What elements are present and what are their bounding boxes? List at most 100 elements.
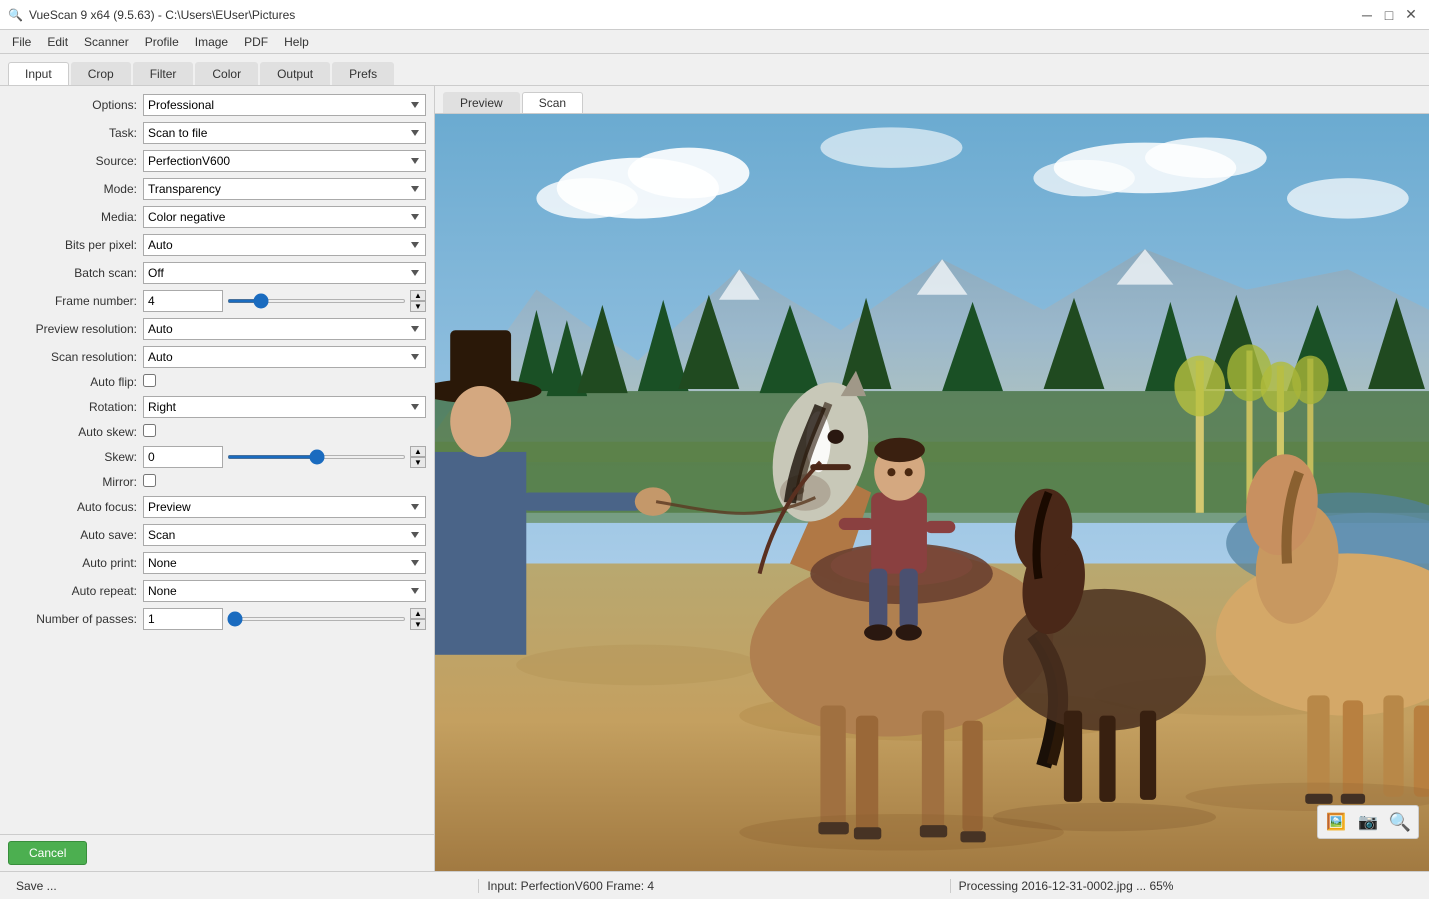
status-save: Save ... bbox=[8, 879, 479, 893]
batch-scan-label: Batch scan: bbox=[8, 266, 143, 280]
tab-prefs[interactable]: Prefs bbox=[332, 62, 394, 85]
options-dropdown[interactable]: Professional Standard Basic bbox=[143, 94, 426, 116]
media-dropdown[interactable]: Color negative Color positive B&W negati… bbox=[143, 206, 426, 228]
window-controls: ─ □ ✕ bbox=[1357, 5, 1421, 25]
frame-number-slider[interactable] bbox=[227, 299, 406, 303]
skew-input[interactable] bbox=[143, 446, 223, 468]
options-row: Options: Professional Standard Basic bbox=[4, 94, 430, 116]
task-dropdown[interactable]: Scan to file Scan to email Scan to print… bbox=[143, 122, 426, 144]
mirror-label: Mirror: bbox=[8, 475, 143, 489]
auto-skew-label: Auto skew: bbox=[8, 425, 143, 439]
rotation-row: Rotation: Right Left None 180 bbox=[4, 396, 430, 418]
menu-profile[interactable]: Profile bbox=[137, 33, 187, 51]
auto-print-dropdown[interactable]: None Preview Scan bbox=[143, 552, 426, 574]
menu-edit[interactable]: Edit bbox=[39, 33, 76, 51]
auto-flip-label: Auto flip: bbox=[8, 375, 143, 389]
maximize-button[interactable]: □ bbox=[1379, 5, 1399, 25]
scan-resolution-row: Scan resolution: Auto 300 600 1200 2400 bbox=[4, 346, 430, 368]
bits-per-pixel-dropdown[interactable]: Auto 8 16 24 48 bbox=[143, 234, 426, 256]
app-title: VueScan 9 x64 (9.5.63) - C:\Users\EUser\… bbox=[29, 8, 295, 22]
close-button[interactable]: ✕ bbox=[1401, 5, 1421, 25]
tab-filter[interactable]: Filter bbox=[133, 62, 194, 85]
menu-pdf[interactable]: PDF bbox=[236, 33, 276, 51]
preview-photo-button1[interactable]: 🖼️ bbox=[1322, 808, 1350, 836]
menu-help[interactable]: Help bbox=[276, 33, 317, 51]
auto-flip-checkbox[interactable] bbox=[143, 374, 156, 387]
frame-number-input[interactable] bbox=[143, 290, 223, 312]
auto-save-label: Auto save: bbox=[8, 528, 143, 542]
skew-slider[interactable] bbox=[227, 455, 406, 459]
menu-file[interactable]: File bbox=[4, 33, 39, 51]
tab-output[interactable]: Output bbox=[260, 62, 330, 85]
auto-repeat-row: Auto repeat: None On bbox=[4, 580, 430, 602]
auto-flip-row: Auto flip: bbox=[4, 374, 430, 390]
skew-label: Skew: bbox=[8, 450, 143, 464]
minimize-button[interactable]: ─ bbox=[1357, 5, 1377, 25]
number-of-passes-input[interactable] bbox=[143, 608, 223, 630]
left-panel: Options: Professional Standard Basic Tas… bbox=[0, 86, 435, 871]
number-of-passes-label: Number of passes: bbox=[8, 612, 143, 626]
status-processing: Processing 2016-12-31-0002.jpg ... 65% bbox=[951, 879, 1421, 893]
auto-focus-dropdown[interactable]: Preview Scan None bbox=[143, 496, 426, 518]
preview-resolution-row: Preview resolution: Auto 72 150 300 bbox=[4, 318, 430, 340]
title-bar: 🔍 VueScan 9 x64 (9.5.63) - C:\Users\EUse… bbox=[0, 0, 1429, 30]
number-of-passes-row: Number of passes: ▲ ▼ bbox=[4, 608, 430, 630]
auto-focus-row: Auto focus: Preview Scan None bbox=[4, 496, 430, 518]
skew-up[interactable]: ▲ bbox=[410, 446, 426, 457]
media-row: Media: Color negative Color positive B&W… bbox=[4, 206, 430, 228]
preview-resolution-label: Preview resolution: bbox=[8, 322, 143, 336]
tab-bar: Input Crop Filter Color Output Prefs bbox=[0, 54, 1429, 86]
mirror-checkbox[interactable] bbox=[143, 474, 156, 487]
preview-resolution-dropdown[interactable]: Auto 72 150 300 bbox=[143, 318, 426, 340]
scan-resolution-label: Scan resolution: bbox=[8, 350, 143, 364]
scan-resolution-dropdown[interactable]: Auto 300 600 1200 2400 bbox=[143, 346, 426, 368]
left-panel-bottom: Cancel bbox=[0, 834, 434, 871]
frame-number-label: Frame number: bbox=[8, 294, 143, 308]
preview-photo-button2[interactable]: 📷 bbox=[1354, 808, 1382, 836]
status-bar: Save ... Input: PerfectionV600 Frame: 4 … bbox=[0, 871, 1429, 899]
skew-row: Skew: ▲ ▼ bbox=[4, 446, 430, 468]
auto-skew-checkbox[interactable] bbox=[143, 424, 156, 437]
number-of-passes-up[interactable]: ▲ bbox=[410, 608, 426, 619]
frame-number-row: Frame number: ▲ ▼ bbox=[4, 290, 430, 312]
number-of-passes-slider[interactable] bbox=[227, 617, 406, 621]
auto-focus-label: Auto focus: bbox=[8, 500, 143, 514]
media-label: Media: bbox=[8, 210, 143, 224]
source-label: Source: bbox=[8, 154, 143, 168]
form-content: Options: Professional Standard Basic Tas… bbox=[0, 86, 434, 834]
preview-area bbox=[435, 114, 1429, 871]
status-input: Input: PerfectionV600 Frame: 4 bbox=[479, 879, 950, 893]
task-row: Task: Scan to file Scan to email Scan to… bbox=[4, 122, 430, 144]
menu-image[interactable]: Image bbox=[187, 33, 236, 51]
preview-toolbar: 🖼️ 📷 🔍 bbox=[1317, 805, 1419, 839]
batch-scan-row: Batch scan: Off On bbox=[4, 262, 430, 284]
batch-scan-dropdown[interactable]: Off On bbox=[143, 262, 426, 284]
bits-per-pixel-row: Bits per pixel: Auto 8 16 24 48 bbox=[4, 234, 430, 256]
mode-dropdown[interactable]: Transparency Reflective bbox=[143, 178, 426, 200]
menu-scanner[interactable]: Scanner bbox=[76, 33, 137, 51]
source-dropdown[interactable]: PerfectionV600 bbox=[143, 150, 426, 172]
rotation-label: Rotation: bbox=[8, 400, 143, 414]
mode-label: Mode: bbox=[8, 182, 143, 196]
tab-color[interactable]: Color bbox=[195, 62, 258, 85]
mirror-row: Mirror: bbox=[4, 474, 430, 490]
auto-repeat-dropdown[interactable]: None On bbox=[143, 580, 426, 602]
preview-tab-preview[interactable]: Preview bbox=[443, 92, 520, 113]
cancel-button[interactable]: Cancel bbox=[8, 841, 87, 865]
rotation-dropdown[interactable]: Right Left None 180 bbox=[143, 396, 426, 418]
menu-bar: File Edit Scanner Profile Image PDF Help bbox=[0, 30, 1429, 54]
auto-save-row: Auto save: Scan Preview None bbox=[4, 524, 430, 546]
frame-number-down[interactable]: ▼ bbox=[410, 301, 426, 312]
zoom-in-button[interactable]: 🔍 bbox=[1386, 808, 1414, 836]
frame-number-up[interactable]: ▲ bbox=[410, 290, 426, 301]
auto-save-dropdown[interactable]: Scan Preview None bbox=[143, 524, 426, 546]
source-row: Source: PerfectionV600 bbox=[4, 150, 430, 172]
skew-down[interactable]: ▼ bbox=[410, 457, 426, 468]
preview-image bbox=[435, 114, 1429, 871]
tab-crop[interactable]: Crop bbox=[71, 62, 131, 85]
auto-skew-row: Auto skew: bbox=[4, 424, 430, 440]
tab-input[interactable]: Input bbox=[8, 62, 69, 85]
options-label: Options: bbox=[8, 98, 143, 112]
preview-tab-scan[interactable]: Scan bbox=[522, 92, 583, 113]
number-of-passes-down[interactable]: ▼ bbox=[410, 619, 426, 630]
